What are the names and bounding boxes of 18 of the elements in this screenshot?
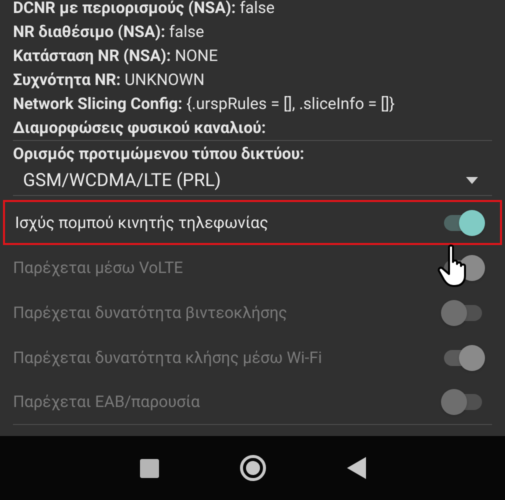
info-line: NR διαθέσιμο (NSA): false — [13, 21, 206, 43]
switch-label: Παρέχεται δυνατότητα κλήσης μέσω Wi-Fi — [13, 346, 322, 368]
recents-button[interactable] — [140, 458, 158, 478]
switch-label: Ισχύς πομπού κινητής τηλεφωνίας — [15, 212, 268, 234]
info-line: Συχνότητα NR: UNKNOWN — [13, 69, 206, 91]
home-button[interactable] — [238, 454, 266, 482]
info-line: Διαμορφώσεις φυσικού καναλιού: — [13, 116, 492, 141]
back-button[interactable] — [346, 457, 366, 479]
switch-label: Παρέχεται μέσω VoLTE — [13, 256, 184, 278]
info-line: Network Slicing Config: {.urspRules = [], .sliceInfo = []} — [13, 93, 396, 115]
info-line: Κατάσταση NR (NSA): NONE — [13, 45, 219, 67]
switch-row[interactable]: Ισχύς πομπού κινητής τηλεφωνίας — [3, 200, 502, 245]
switch-label: Παρέχεται EAB/παρουσία — [13, 391, 200, 413]
section-label: Ορισμός προτιμώμενου τύπου δικτύου: — [13, 143, 306, 165]
dropdown-arrow-icon — [466, 177, 478, 184]
switch-label: Παρέχεται δυνατότητα βιντεοκλήσης — [13, 302, 288, 324]
info-line: DCNR με περιορισμούς (NSA): false — [13, 0, 276, 19]
network-type-dropdown[interactable]: GSM/WCDMA/LTE (PRL) — [13, 166, 492, 196]
